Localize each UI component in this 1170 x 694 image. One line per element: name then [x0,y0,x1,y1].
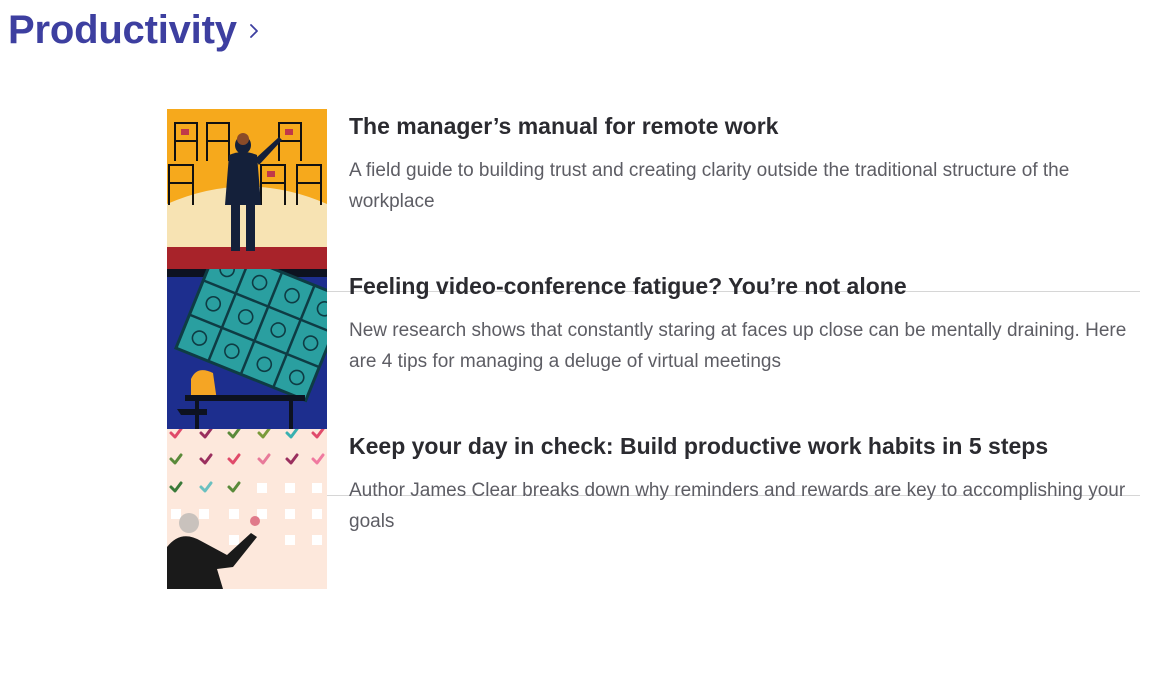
article-title[interactable]: Keep your day in check: Build productive… [349,431,1139,461]
article-thumbnail[interactable] [167,269,327,429]
article-card[interactable]: Feeling video-conference fatigue? You’re… [167,269,1140,429]
article-thumbnail[interactable] [167,429,327,589]
article-title[interactable]: Feeling video-conference fatigue? You’re… [349,271,1139,301]
article-card[interactable]: Keep your day in check: Build productive… [167,429,1140,589]
article-title[interactable]: The manager’s manual for remote work [349,111,1139,141]
section-header-link[interactable]: Productivity [8,4,259,56]
article-thumbnail[interactable] [167,109,327,269]
section-title: Productivity [8,8,237,52]
article-description: New research shows that constantly stari… [349,320,1127,372]
article-description: A field guide to building trust and crea… [349,160,1070,212]
article-list: The manager’s manual for remote work A f… [167,109,1140,589]
chevron-right-icon [249,23,259,44]
article-description: Author James Clear breaks down why remin… [349,480,1126,532]
article-card[interactable]: The manager’s manual for remote work A f… [167,109,1140,269]
